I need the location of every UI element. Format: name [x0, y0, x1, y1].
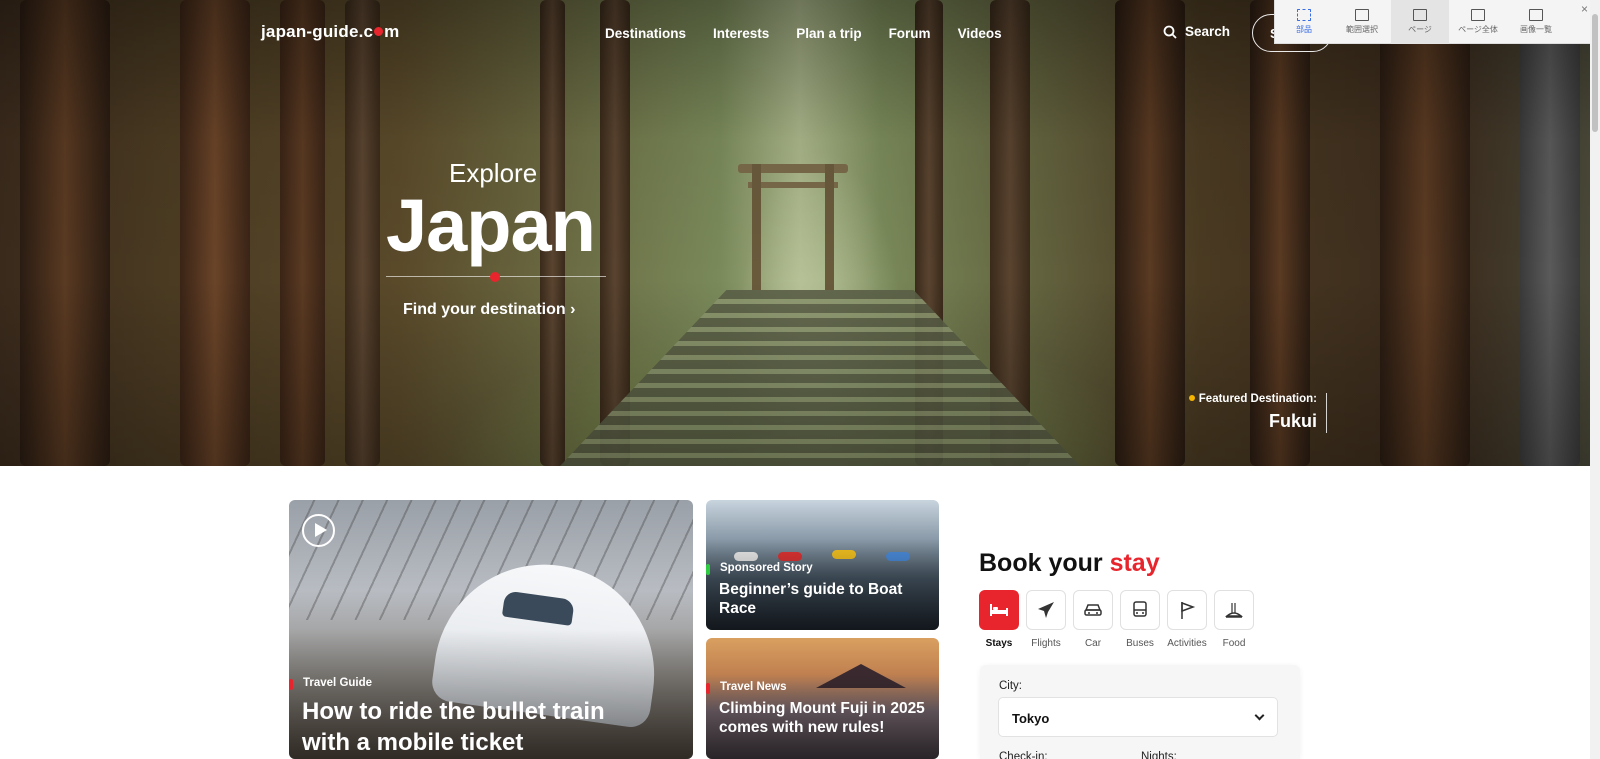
city-label: City:	[999, 680, 1022, 692]
grid-icon	[1529, 9, 1543, 21]
featured-name: Fukui	[1269, 411, 1317, 431]
booking-categories: Stays Flights Car Buses Activities Food	[979, 590, 1254, 649]
featured-dot	[1188, 395, 1195, 401]
logo-dot	[374, 27, 384, 36]
nav-videos[interactable]: Videos	[958, 26, 1002, 41]
plane-icon	[1038, 602, 1054, 618]
play-icon[interactable]	[302, 514, 335, 547]
hero-title: Japan	[386, 184, 596, 267]
toolbar-full-page[interactable]: ページ全体	[1449, 0, 1507, 44]
category-label: Car	[1084, 638, 1102, 649]
tag-mark	[706, 564, 710, 575]
category-food[interactable]: Food	[1214, 590, 1254, 649]
category-flights[interactable]: Flights	[1026, 590, 1066, 649]
select-icon	[1297, 9, 1311, 21]
card-bullet-train[interactable]: Travel Guide How to ride the bullet trai…	[289, 500, 693, 759]
hero-banner	[0, 0, 1600, 466]
logo-text: japan-guide.c	[261, 22, 374, 41]
category-label: Food	[1222, 638, 1246, 649]
category-label: Buses	[1126, 638, 1154, 649]
search-button[interactable]: Search	[1163, 24, 1230, 39]
city-select[interactable]: Tokyo	[998, 697, 1278, 737]
site-logo[interactable]: japan-guide.c m	[261, 22, 400, 42]
card-tag: Travel Guide	[289, 677, 372, 690]
card-title: Beginner’s guide to Boat Race	[719, 581, 903, 617]
page-scrollbar[interactable]	[1590, 0, 1600, 759]
category-activities[interactable]: Activities	[1167, 590, 1207, 649]
nav-forum[interactable]: Forum	[889, 26, 931, 41]
card-tag: Travel News	[706, 681, 786, 694]
city-value: Tokyo	[1012, 711, 1050, 726]
card-boat-race[interactable]: Sponsored Story Beginner’s guide to Boat…	[706, 500, 939, 630]
featured-destination[interactable]: Featured Destination: Fukui	[1180, 393, 1317, 432]
booking-form: City: Tokyo Check-in: Nights:	[980, 665, 1300, 759]
category-label: Activities	[1167, 638, 1207, 649]
flag-icon	[1181, 601, 1196, 619]
tag-mark	[289, 679, 293, 690]
crop-icon	[1355, 9, 1369, 21]
featured-divider	[1326, 393, 1327, 433]
hero-divider-dot	[490, 272, 500, 282]
search-label: Search	[1185, 24, 1231, 39]
car-icon	[1084, 604, 1102, 616]
card-mount-fuji[interactable]: Travel News Climbing Mount Fuji in 2025 …	[706, 638, 939, 759]
chevron-down-icon	[1254, 710, 1265, 721]
window-icon	[1413, 9, 1427, 21]
booking-title: Book your stay	[979, 549, 1160, 577]
category-car[interactable]: Car	[1073, 590, 1113, 649]
toolbar-range[interactable]: 範囲選択	[1333, 0, 1391, 44]
scrollbar-thumb[interactable]	[1592, 14, 1598, 132]
checkin-label: Check-in:	[999, 751, 1048, 759]
tag-mark	[706, 683, 710, 694]
bed-icon	[990, 604, 1008, 616]
close-icon[interactable]: ×	[1581, 2, 1588, 16]
food-icon	[1224, 603, 1244, 618]
card-tag: Sponsored Story	[706, 562, 813, 575]
logo-text-end: m	[384, 22, 400, 41]
nav-plan-a-trip[interactable]: Plan a trip	[796, 26, 861, 41]
toolbar-parts[interactable]: 部品	[1275, 0, 1333, 44]
bus-icon	[1133, 601, 1147, 617]
screenshot-toolbar: 部品 範囲選択 ページ ページ全体 画像一覧 ×	[1274, 0, 1594, 44]
category-label: Flights	[1031, 638, 1061, 649]
category-buses[interactable]: Buses	[1120, 590, 1160, 649]
nav-interests[interactable]: Interests	[713, 26, 769, 41]
full-page-icon	[1471, 9, 1485, 21]
category-stays[interactable]: Stays	[979, 590, 1019, 649]
card-title: How to ride the bullet train with a mobi…	[302, 698, 605, 756]
find-destination-link[interactable]: Find your destination ›	[403, 301, 575, 319]
nav-destinations[interactable]: Destinations	[605, 26, 686, 41]
main-nav: Destinations Interests Plan a trip Forum…	[605, 26, 1002, 41]
card-title: Climbing Mount Fuji in 2025 comes with n…	[719, 700, 925, 736]
toolbar-image-list[interactable]: 画像一覧	[1507, 0, 1565, 44]
toolbar-page[interactable]: ページ	[1391, 0, 1449, 44]
category-label: Stays	[985, 638, 1013, 649]
nights-label: Nights:	[1141, 751, 1177, 759]
search-icon	[1163, 25, 1177, 39]
featured-label: Featured Destination:	[1180, 393, 1317, 405]
